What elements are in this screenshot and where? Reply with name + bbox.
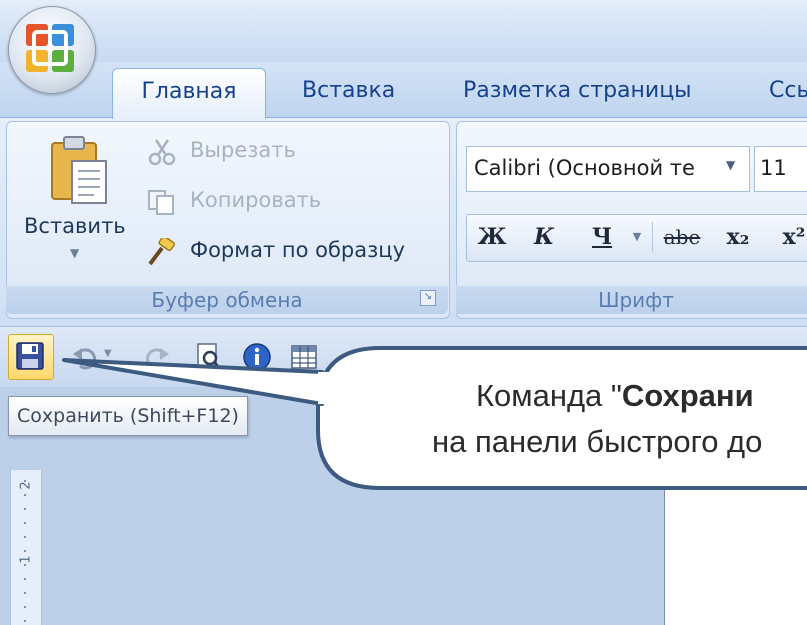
callout-bubble bbox=[62, 346, 807, 490]
callout-text-line1: Команда "Сохрани bbox=[476, 378, 754, 413]
callout-text-line2: на панели быстрого до bbox=[432, 424, 763, 459]
save-tooltip: Сохранить (Shift+F12) bbox=[8, 396, 248, 436]
